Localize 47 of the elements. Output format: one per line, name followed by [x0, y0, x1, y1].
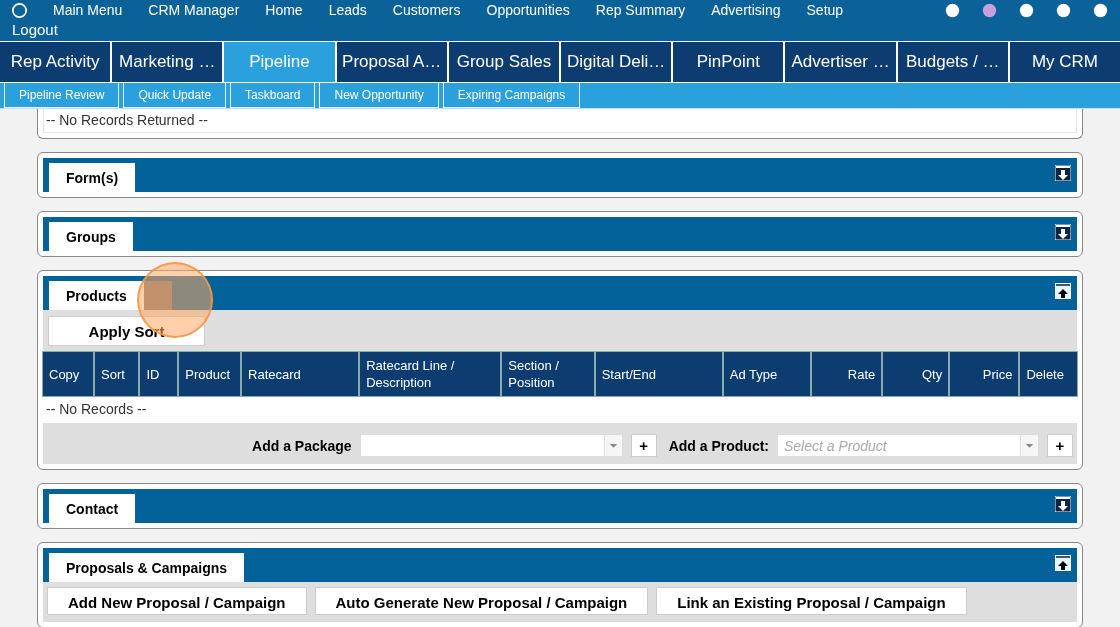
menu-item[interactable]: Setup [806, 2, 844, 18]
toolbar-icon[interactable] [1056, 2, 1071, 18]
caret-icon [603, 435, 622, 456]
main-tab[interactable]: Proposal A… [336, 42, 447, 82]
menu-item[interactable]: Advertising [711, 2, 781, 18]
user-icon[interactable] [12, 2, 27, 18]
empty-message: -- No Records Returned -- [43, 109, 1077, 133]
menu-item[interactable]: Customers [392, 2, 461, 18]
toolbar-icon[interactable] [982, 2, 997, 18]
collapse-icon[interactable] [1055, 283, 1071, 299]
add-product-button[interactable]: + [1047, 434, 1073, 457]
toolbar-icon[interactable] [1019, 2, 1034, 18]
tab-hover-highlight [143, 281, 172, 310]
expand-icon[interactable] [1055, 496, 1071, 512]
main-tab[interactable]: Group Sales [448, 42, 559, 82]
main-tab[interactable]: Marketing … [112, 42, 223, 82]
menu-item[interactable]: Home [265, 2, 303, 18]
caret-icon [1020, 435, 1038, 456]
menu-item[interactable]: CRM Manager [148, 2, 240, 18]
menu-item[interactable]: Leads [328, 2, 367, 18]
logout-link[interactable]: Logout [12, 21, 58, 38]
menu-item[interactable]: Opportunities [486, 2, 570, 18]
panel-title[interactable]: Form(s) [49, 163, 136, 192]
panel-title[interactable]: Products [49, 281, 144, 310]
proposal-button[interactable]: Add New Proposal / Campaign [47, 587, 307, 615]
main-tab[interactable]: Advertiser … [785, 42, 896, 82]
panel-title[interactable]: Groups [49, 222, 133, 251]
menu-item[interactable]: Rep Summary [595, 2, 686, 18]
add-package-button[interactable]: + [630, 434, 657, 457]
expand-icon[interactable] [1055, 165, 1071, 181]
panel-title[interactable]: Proposals & Campaigns [49, 553, 245, 582]
main-tab[interactable]: PinPoint [673, 42, 784, 82]
menu-item[interactable]: Main Menu [53, 2, 123, 18]
toolbar-icon[interactable] [945, 2, 960, 18]
product-label: Add a Product: [668, 437, 769, 454]
toolbar-icon[interactable] [1093, 2, 1108, 18]
package-label: Add a Package [252, 437, 352, 454]
proposal-button[interactable]: Auto Generate New Proposal / Campaign [314, 587, 649, 615]
collapse-icon[interactable] [1055, 555, 1071, 571]
main-tab[interactable]: Budgets / … [897, 42, 1008, 82]
empty-message: -- No Records -- [43, 396, 1077, 423]
proposal-button[interactable]: Link an Existing Proposal / Campaign [656, 587, 967, 615]
main-tab[interactable]: Digital Deli… [561, 42, 672, 82]
expand-icon[interactable] [1055, 224, 1071, 240]
main-tab[interactable]: Rep Activity [0, 42, 111, 82]
main-tab[interactable]: My CRM [1009, 42, 1120, 82]
panel-title[interactable]: Contact [49, 494, 136, 523]
